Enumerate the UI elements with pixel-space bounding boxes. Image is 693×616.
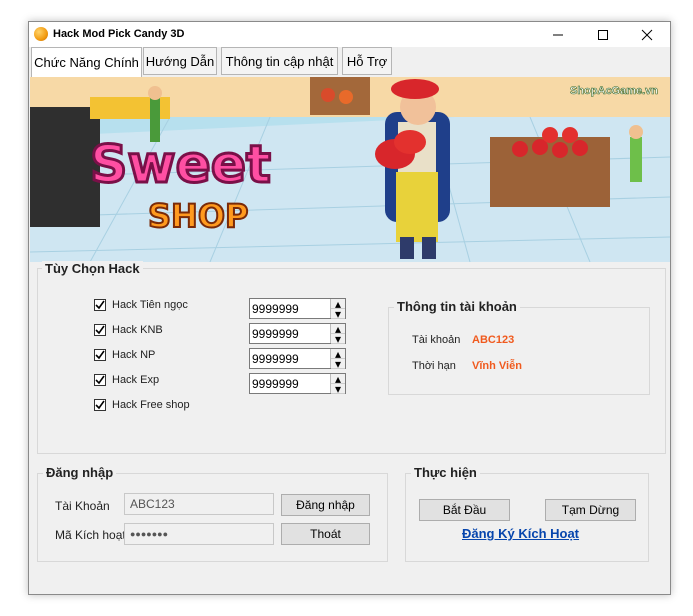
hack-tien-ngoc-checkbox[interactable]: Hack Tiên ngọc bbox=[94, 299, 188, 311]
np-stepper[interactable]: 9999999 ▴ ▾ bbox=[249, 347, 346, 371]
start-button[interactable]: Bắt Đầu bbox=[419, 499, 510, 521]
checkbox-label: Hack Free shop bbox=[112, 399, 190, 411]
tien-ngoc-stepper[interactable]: 9999999 ▴ ▾ bbox=[249, 297, 346, 321]
login-group: Đăng nhập Tài Khoản ABC123 Mã Kích hoạt … bbox=[37, 465, 388, 562]
checkmark-icon bbox=[95, 325, 105, 335]
login-account-input[interactable]: ABC123 bbox=[124, 493, 274, 515]
checkmark-icon bbox=[95, 400, 105, 410]
minimize-icon bbox=[553, 34, 563, 35]
checkbox-box[interactable] bbox=[94, 299, 106, 311]
hack-exp-checkbox[interactable]: Hack Exp bbox=[94, 374, 159, 386]
window-title: Hack Mod Pick Candy 3D bbox=[53, 28, 185, 40]
checkbox-label: Hack Exp bbox=[112, 374, 160, 386]
tab-support[interactable]: Hỗ Trợ bbox=[342, 47, 392, 75]
banner-logo-shop: SHOP bbox=[148, 197, 248, 235]
actions-group: Thực hiện Bắt Đầu Tạm Dừng Đăng Ký Kích … bbox=[405, 465, 649, 562]
banner-watermark: ShopAcGame.vn bbox=[570, 85, 658, 97]
account-value: ABC123 bbox=[472, 334, 515, 346]
checkmark-icon bbox=[95, 300, 105, 310]
title-bar[interactable]: Hack Mod Pick Candy 3D bbox=[29, 22, 670, 47]
exit-button[interactable]: Thoát bbox=[281, 523, 370, 545]
expiry-value: Vĩnh Viễn bbox=[472, 360, 522, 372]
tab-update-info[interactable]: Thông tin cập nhật bbox=[221, 47, 338, 75]
banner-image: Sweet SHOP ShopAcGame.vn bbox=[30, 77, 670, 262]
pause-button[interactable]: Tạm Dừng bbox=[545, 499, 636, 521]
activation-code-input[interactable]: ●●●●●●● bbox=[124, 523, 274, 545]
account-label: Tài khoản bbox=[412, 334, 461, 346]
login-button[interactable]: Đăng nhập bbox=[281, 494, 370, 516]
spin-down-icon[interactable]: ▾ bbox=[331, 357, 345, 371]
hack-np-checkbox[interactable]: Hack NP bbox=[94, 349, 155, 361]
checkbox-label: Hack KNB bbox=[112, 324, 163, 336]
tab-guide[interactable]: Hướng Dẫn bbox=[143, 47, 217, 75]
login-title: Đăng nhập bbox=[43, 465, 117, 480]
close-icon bbox=[641, 29, 653, 40]
hack-options-title: Tùy Chọn Hack bbox=[42, 261, 143, 276]
checkbox-box[interactable] bbox=[94, 324, 106, 336]
checkbox-box[interactable] bbox=[94, 374, 106, 386]
checkbox-label: Hack NP bbox=[112, 349, 156, 361]
spin-down-icon[interactable]: ▾ bbox=[331, 382, 345, 396]
knb-stepper[interactable]: 9999999 ▴ ▾ bbox=[249, 322, 346, 346]
candy-app-icon bbox=[34, 27, 48, 41]
activation-code-label: Mã Kích hoạt bbox=[55, 528, 126, 542]
checkbox-box[interactable] bbox=[94, 399, 106, 411]
checkmark-icon bbox=[95, 375, 105, 385]
spin-down-icon[interactable]: ▾ bbox=[331, 307, 345, 321]
maximize-button[interactable] bbox=[583, 22, 623, 47]
account-info-group: Thông tin tài khoản Tài khoản ABC123 Thờ… bbox=[388, 299, 650, 395]
checkmark-icon bbox=[95, 350, 105, 360]
account-info-title: Thông tin tài khoản bbox=[394, 299, 520, 314]
close-button[interactable] bbox=[627, 22, 667, 47]
stepper-value[interactable]: 9999999 bbox=[252, 352, 299, 366]
hack-options-group: Tùy Chọn Hack Hack Tiên ngọc Hack KNB Ha… bbox=[37, 261, 666, 454]
spin-down-icon[interactable]: ▾ bbox=[331, 332, 345, 346]
login-account-label: Tài Khoản bbox=[55, 499, 110, 513]
expiry-label: Thời hạn bbox=[412, 360, 456, 372]
minimize-button[interactable] bbox=[538, 22, 578, 47]
hack-free-shop-checkbox[interactable]: Hack Free shop bbox=[94, 399, 190, 411]
checkbox-label: Hack Tiên ngọc bbox=[112, 299, 188, 311]
stepper-value[interactable]: 9999999 bbox=[252, 302, 299, 316]
hack-knb-checkbox[interactable]: Hack KNB bbox=[94, 324, 163, 336]
tab-main-functions[interactable]: Chức Năng Chính bbox=[31, 47, 142, 77]
app-window: Hack Mod Pick Candy 3D Chức Năng Chính H… bbox=[28, 21, 671, 595]
register-activation-link[interactable]: Đăng Ký Kích Hoạt bbox=[462, 526, 579, 541]
actions-title: Thực hiện bbox=[411, 465, 480, 480]
stepper-value[interactable]: 9999999 bbox=[252, 327, 299, 341]
tab-strip: Chức Năng Chính Hướng Dẫn Thông tin cập … bbox=[29, 47, 670, 77]
checkbox-box[interactable] bbox=[94, 349, 106, 361]
stepper-value[interactable]: 9999999 bbox=[252, 377, 299, 391]
banner-logo-sweet: Sweet bbox=[90, 135, 271, 195]
exp-stepper[interactable]: 9999999 ▴ ▾ bbox=[249, 372, 346, 396]
game-banner: Sweet SHOP ShopAcGame.vn bbox=[30, 77, 670, 262]
maximize-icon bbox=[598, 29, 608, 40]
